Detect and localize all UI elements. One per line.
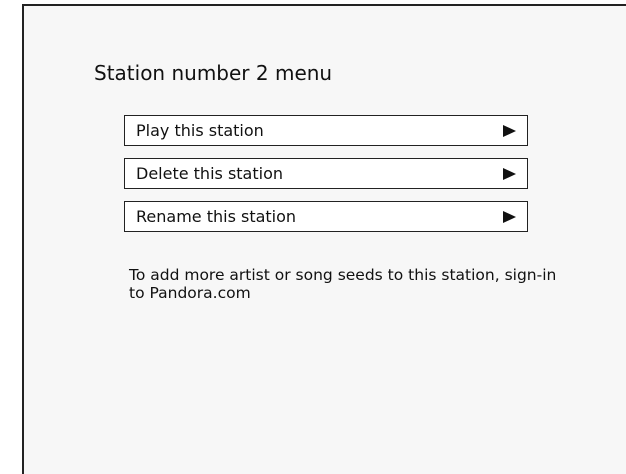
menu-title: Station number 2 menu bbox=[94, 61, 333, 85]
play-arrow-icon bbox=[503, 211, 516, 223]
delete-station-button[interactable]: Delete this station bbox=[124, 158, 528, 189]
menu-item-label: Play this station bbox=[136, 121, 264, 140]
play-arrow-icon bbox=[503, 168, 516, 180]
rename-station-button[interactable]: Rename this station bbox=[124, 201, 528, 232]
menu-item-label: Rename this station bbox=[136, 207, 297, 226]
play-station-button[interactable]: Play this station bbox=[124, 115, 528, 146]
menu-item-label: Delete this station bbox=[136, 164, 283, 183]
station-menu-screen: Station number 2 menu Play this station … bbox=[22, 4, 626, 474]
play-arrow-icon bbox=[503, 125, 516, 137]
station-menu: Play this station Delete this station Re… bbox=[124, 115, 528, 244]
seeds-info-text: To add more artist or song seeds to this… bbox=[129, 266, 557, 302]
